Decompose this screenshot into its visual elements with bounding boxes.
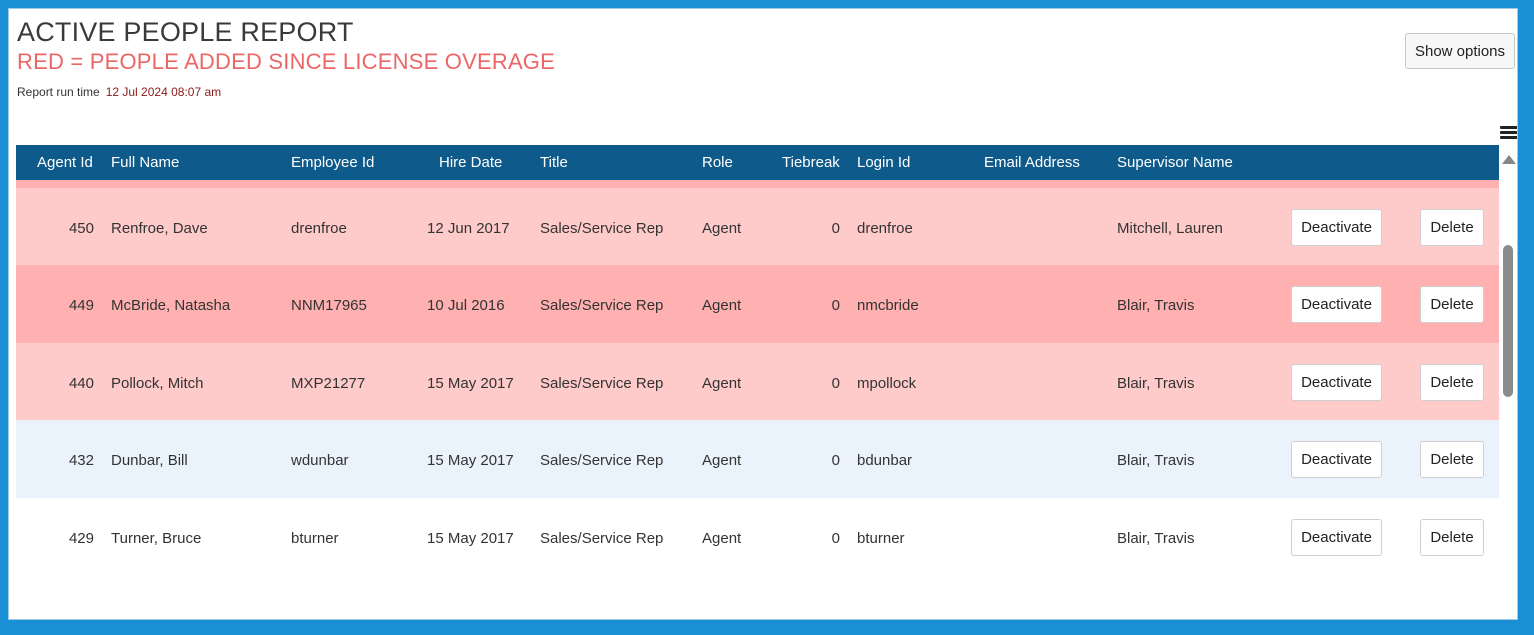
col-header-supervisor-name[interactable]: Supervisor Name <box>1117 154 1233 171</box>
page-subtitle: RED = PEOPLE ADDED SINCE LICENSE OVERAGE <box>17 49 555 74</box>
cell-supervisor: Blair, Travis <box>1117 297 1195 314</box>
run-time-value: 12 Jul 2024 08:07 am <box>105 85 222 99</box>
col-header-tiebreak[interactable]: Tiebreak <box>782 154 840 171</box>
cell-agent-id: 449 <box>68 297 94 314</box>
report-window: ACTIVE PEOPLE REPORT RED = PEOPLE ADDED … <box>8 8 1518 620</box>
cell-employee-id: NNM17965 <box>291 297 367 314</box>
cell-hire-date: 15 May 2017 <box>427 530 514 547</box>
col-header-hire-date[interactable]: Hire Date <box>439 154 502 171</box>
run-time-label: Report run time <box>17 85 100 99</box>
col-header-full-name[interactable]: Full Name <box>111 154 179 171</box>
cell-role: Agent <box>702 375 742 392</box>
cell-title: Sales/Service Rep <box>540 375 664 392</box>
table-row: 432 Dunbar, Bill wdunbar 15 May 2017 Sales/S… <box>16 420 1499 498</box>
cell-login-id: bdunbar <box>857 452 913 469</box>
cell-tiebreak: 0 <box>831 220 840 237</box>
cell-employee-id: wdunbar <box>291 452 349 469</box>
cell-full-name: Renfroe, Dave <box>111 220 208 237</box>
table-row: 429 Turner, Bruce bturner 15 May 2017 Sales/… <box>16 498 1499 576</box>
page-title: ACTIVE PEOPLE REPORT <box>17 17 354 47</box>
cell-role: Agent <box>702 530 742 547</box>
cell-hire-date: 15 May 2017 <box>427 375 514 392</box>
report-run-time: Report run time 12 Jul 2024 08:07 am <box>17 85 221 99</box>
deactivate-button[interactable]: Deactivate <box>1291 441 1382 478</box>
table-row: 440 Pollock, Mitch MXP21277 15 May 2017 Sale… <box>16 343 1499 421</box>
cell-tiebreak: 0 <box>831 530 840 547</box>
cell-tiebreak: 0 <box>831 375 840 392</box>
cell-agent-id: 429 <box>68 530 94 547</box>
cell-employee-id: MXP21277 <box>291 375 366 392</box>
cell-full-name: McBride, Natasha <box>111 297 231 314</box>
deactivate-button[interactable]: Deactivate <box>1291 519 1382 556</box>
delete-button[interactable]: Delete <box>1420 441 1484 478</box>
cell-supervisor: Blair, Travis <box>1117 452 1195 469</box>
show-options-button[interactable]: Show options <box>1405 33 1515 69</box>
cell-supervisor: Blair, Travis <box>1117 375 1195 392</box>
cell-login-id: mpollock <box>857 375 917 392</box>
deactivate-button[interactable]: Deactivate <box>1291 286 1382 323</box>
cell-employee-id: bturner <box>291 530 339 547</box>
cell-tiebreak: 0 <box>831 297 840 314</box>
delete-button[interactable]: Delete <box>1420 364 1484 401</box>
scroll-up-arrow-icon[interactable] <box>1502 155 1516 164</box>
col-header-login-id[interactable]: Login Id <box>857 154 910 171</box>
table-header: Agent Id Full Name Employee Id Hire Date… <box>16 145 1499 180</box>
cell-role: Agent <box>702 297 742 314</box>
cell-title: Sales/Service Rep <box>540 452 664 469</box>
delete-button[interactable]: Delete <box>1420 209 1484 246</box>
people-table: 451Barton, JeanJBarton12 Jun 2017Sales/S… <box>16 145 1499 619</box>
cell-supervisor: Blair, Travis <box>1117 530 1195 547</box>
cell-login-id: bturner <box>857 530 905 547</box>
deactivate-button[interactable]: Deactivate <box>1291 364 1382 401</box>
cell-hire-date: 12 Jun 2017 <box>427 220 510 237</box>
cell-agent-id: 440 <box>68 375 94 392</box>
cell-role: Agent <box>702 220 742 237</box>
cell-login-id: nmcbride <box>857 297 919 314</box>
cell-full-name: Pollock, Mitch <box>111 375 204 392</box>
delete-button[interactable]: Delete <box>1420 519 1484 556</box>
cell-full-name: Dunbar, Bill <box>111 452 188 469</box>
cell-tiebreak: 0 <box>831 452 840 469</box>
cell-agent-id: 432 <box>68 452 94 469</box>
cell-hire-date: 10 Jul 2016 <box>427 297 505 314</box>
deactivate-button[interactable]: Deactivate <box>1291 209 1382 246</box>
cell-hire-date: 15 May 2017 <box>427 452 514 469</box>
cell-title: Sales/Service Rep <box>540 297 664 314</box>
col-header-agent-id[interactable]: Agent Id <box>37 154 93 171</box>
cell-title: Sales/Service Rep <box>540 530 664 547</box>
table-row: 449 McBride, Natasha NNM17965 10 Jul 2016 Sa… <box>16 265 1499 343</box>
cell-title: Sales/Service Rep <box>540 220 664 237</box>
cell-full-name: Turner, Bruce <box>111 530 202 547</box>
cell-employee-id: drenfroe <box>291 220 347 237</box>
cell-supervisor: Mitchell, Lauren <box>1117 220 1223 237</box>
table-row: 450 Renfroe, Dave drenfroe 12 Jun 2017 Sales… <box>16 188 1499 266</box>
scrollbar-thumb[interactable] <box>1503 245 1513 397</box>
cell-login-id: drenfroe <box>857 220 913 237</box>
delete-button[interactable]: Delete <box>1420 286 1484 323</box>
col-header-employee-id[interactable]: Employee Id <box>291 154 374 171</box>
col-header-role[interactable]: Role <box>702 154 733 171</box>
col-header-email-address[interactable]: Email Address <box>984 154 1080 171</box>
cell-role: Agent <box>702 452 742 469</box>
hamburger-menu-icon[interactable] <box>1500 126 1517 140</box>
col-header-title[interactable]: Title <box>540 154 568 171</box>
cell-agent-id: 450 <box>68 220 94 237</box>
